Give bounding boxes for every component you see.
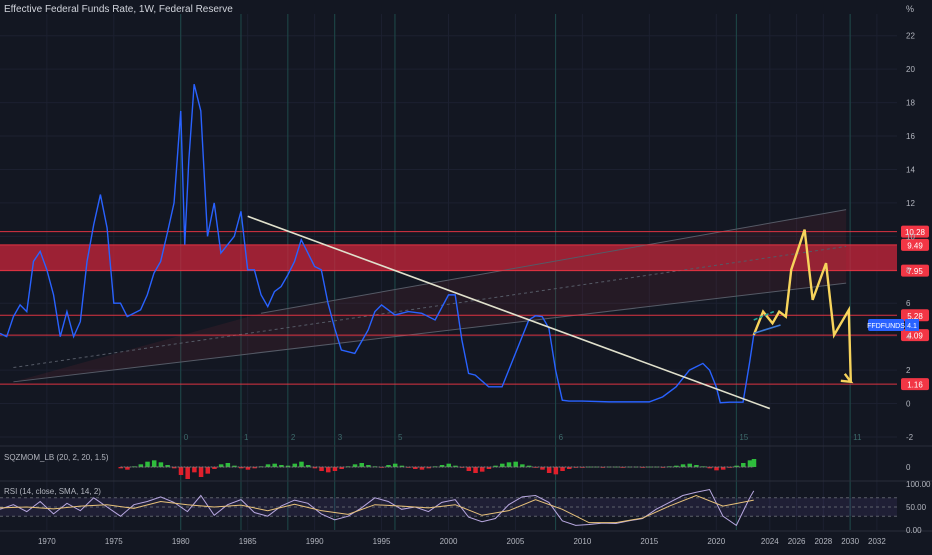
- y-tick-label: 4: [906, 333, 911, 342]
- y-tick-label: 22: [906, 32, 915, 41]
- cycle-marker-label: 2: [291, 433, 296, 442]
- x-tick-label: 2026: [788, 537, 806, 546]
- osc-bar: [560, 467, 565, 471]
- cycle-marker-label: 6: [559, 433, 564, 442]
- osc-bar: [747, 460, 753, 467]
- osc-bar: [473, 467, 478, 473]
- price-level-label: 1.16: [907, 381, 923, 390]
- osc-bar: [185, 467, 190, 479]
- x-tick-label: 1970: [38, 537, 56, 546]
- y-tick-label: -2: [906, 433, 914, 442]
- osc-bar: [192, 467, 197, 473]
- osc-bar: [205, 467, 211, 474]
- osc-zero-label: 0: [906, 463, 911, 472]
- osc-title: SQZMOM_LB (20, 2, 20, 1.5): [4, 453, 109, 462]
- x-tick-label: 2005: [507, 537, 525, 546]
- cycle-marker-label: 11: [853, 433, 862, 442]
- osc-bar: [546, 467, 552, 473]
- ticker-value: 4.1: [907, 323, 917, 330]
- x-tick-label: 2032: [868, 537, 886, 546]
- x-tick-label: 1980: [172, 537, 190, 546]
- ticker-symbol: FFDFUNDS: [867, 323, 905, 330]
- osc-bar: [198, 467, 204, 477]
- y-tick-label: 10: [906, 232, 915, 241]
- rsi-tick-label: 0.00: [906, 526, 922, 535]
- osc-bar: [553, 467, 559, 475]
- x-tick-label: 2024: [761, 537, 779, 546]
- osc-bar: [741, 463, 746, 467]
- osc-bar: [326, 467, 331, 473]
- rsi-title: RSI (14, close, SMA, 14, 2): [4, 487, 101, 496]
- osc-bar: [145, 461, 150, 467]
- rsi-tick-label: 50.00: [906, 503, 927, 512]
- x-tick-label: 1995: [373, 537, 391, 546]
- cycle-marker-label: 15: [739, 433, 748, 442]
- y-tick-label: 16: [906, 132, 915, 141]
- chart-root: 0 1 2 3 5 6 15 11 10.28 9.49 7.95 5.28 4.09 1.16 FFD…: [0, 0, 932, 550]
- x-tick-label: 1975: [105, 537, 123, 546]
- x-tick-label: 2000: [440, 537, 458, 546]
- y-tick-label: 18: [906, 99, 915, 108]
- x-tick-label: 2028: [814, 537, 832, 546]
- osc-bar: [225, 463, 231, 467]
- y-tick-label: 0: [906, 400, 911, 409]
- osc-bar: [151, 460, 157, 467]
- x-tick-label: 2030: [841, 537, 859, 546]
- y-tick-label: 2: [906, 366, 911, 375]
- osc-bar: [751, 459, 757, 467]
- cycle-marker-label: 3: [338, 433, 343, 442]
- y-tick-label: 20: [906, 65, 915, 74]
- osc-bar: [479, 467, 485, 472]
- unit-label: %: [906, 4, 915, 14]
- osc-bar: [506, 462, 512, 467]
- osc-bar: [299, 461, 304, 467]
- rsi-tick-label: 100.00: [906, 480, 931, 489]
- osc-bar: [332, 467, 338, 471]
- osc-bar: [359, 463, 364, 467]
- x-tick-label: 2010: [573, 537, 591, 546]
- x-tick-label: 2020: [707, 537, 725, 546]
- cycle-marker-label: 0: [184, 433, 189, 442]
- x-tick-label: 1985: [239, 537, 257, 546]
- osc-bar: [466, 467, 472, 471]
- chart-title: Effective Federal Funds Rate, 1W, Federa…: [4, 4, 233, 15]
- osc-bar: [513, 461, 518, 467]
- price-level-label: 9.49: [907, 241, 923, 250]
- y-tick-label: 6: [906, 299, 911, 308]
- x-tick-label: 1990: [306, 537, 324, 546]
- chart-canvas[interactable]: 0 1 2 3 5 6 15 11 10.289.497.955.284.091.16 FFD…: [0, 0, 932, 550]
- osc-bar: [319, 467, 324, 471]
- osc-bar: [178, 467, 184, 475]
- cycle-marker-label: 1: [244, 433, 249, 442]
- y-tick-label: 12: [906, 199, 915, 208]
- cycle-marker-label: 5: [398, 433, 403, 442]
- x-tick-label: 2015: [640, 537, 658, 546]
- y-tick-label: 8: [906, 266, 911, 275]
- osc-bar: [158, 462, 164, 467]
- y-tick-label: 14: [906, 165, 915, 174]
